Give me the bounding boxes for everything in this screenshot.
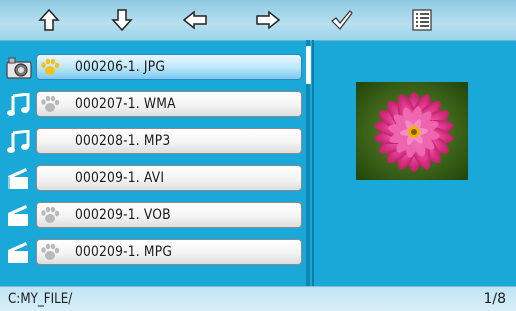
file-entry-bar[interactable]: 000209-1. VOB xyxy=(36,202,302,228)
music-note-icon xyxy=(6,129,32,154)
file-entry-bar[interactable]: 000206-1. JPG xyxy=(36,54,302,80)
file-name: 000208-1. MP3 xyxy=(75,133,171,149)
file-entry-bar[interactable]: 000207-1. WMA xyxy=(36,91,302,117)
list-menu-icon[interactable] xyxy=(407,6,437,34)
list-item[interactable]: 000209-1. VOB xyxy=(0,199,306,231)
camera-icon xyxy=(6,56,32,80)
clapperboard-icon xyxy=(6,167,32,191)
scrollbar-thumb[interactable] xyxy=(306,46,311,84)
up-arrow-icon[interactable] xyxy=(34,6,64,34)
file-entry-bar[interactable]: 000208-1. MP3 xyxy=(36,128,302,154)
file-list: 000206-1. JPG 000207-1. WMA 000208-1. MP… xyxy=(0,40,311,286)
dahlia-flower-image xyxy=(356,82,468,180)
music-note-icon xyxy=(6,92,32,117)
right-arrow-icon[interactable] xyxy=(253,6,283,34)
file-name: 000209-1. MPG xyxy=(75,244,173,260)
list-item[interactable]: 000206-1. JPG xyxy=(0,51,306,83)
file-entry-bar[interactable]: 000209-1. AVI xyxy=(36,165,302,191)
list-item[interactable]: 000209-1. AVI xyxy=(0,162,306,194)
toolbar xyxy=(0,0,516,41)
clapperboard-icon xyxy=(6,204,32,228)
list-item[interactable]: 000209-1. MPG xyxy=(0,236,306,268)
page-indicator: 1/8 xyxy=(483,291,506,307)
file-entry-bar[interactable]: 000209-1. MPG xyxy=(36,239,302,265)
paw-thumb-icon xyxy=(40,243,60,262)
clapperboard-icon xyxy=(6,241,32,265)
file-name: 000209-1. VOB xyxy=(75,207,171,223)
left-arrow-icon[interactable] xyxy=(180,6,210,34)
down-arrow-icon[interactable] xyxy=(107,6,137,34)
status-bar: C:MY_FILE/ 1/8 xyxy=(0,286,516,311)
current-path: C:MY_FILE/ xyxy=(8,291,73,307)
file-name: 000207-1. WMA xyxy=(75,96,176,112)
list-item[interactable]: 000208-1. MP3 xyxy=(0,125,306,157)
picture-thumb-icon xyxy=(40,58,60,77)
paw-thumb-icon xyxy=(40,206,60,225)
file-browser-screen: 000206-1. JPG 000207-1. WMA 000208-1. MP… xyxy=(0,0,516,311)
image-preview xyxy=(356,82,468,180)
list-item[interactable]: 000207-1. WMA xyxy=(0,88,306,120)
file-name: 000206-1. JPG xyxy=(75,59,166,75)
panel-divider xyxy=(312,40,314,286)
checkmark-icon[interactable] xyxy=(327,6,357,34)
file-name: 000209-1. AVI xyxy=(75,170,165,186)
paw-thumb-icon xyxy=(40,95,60,114)
